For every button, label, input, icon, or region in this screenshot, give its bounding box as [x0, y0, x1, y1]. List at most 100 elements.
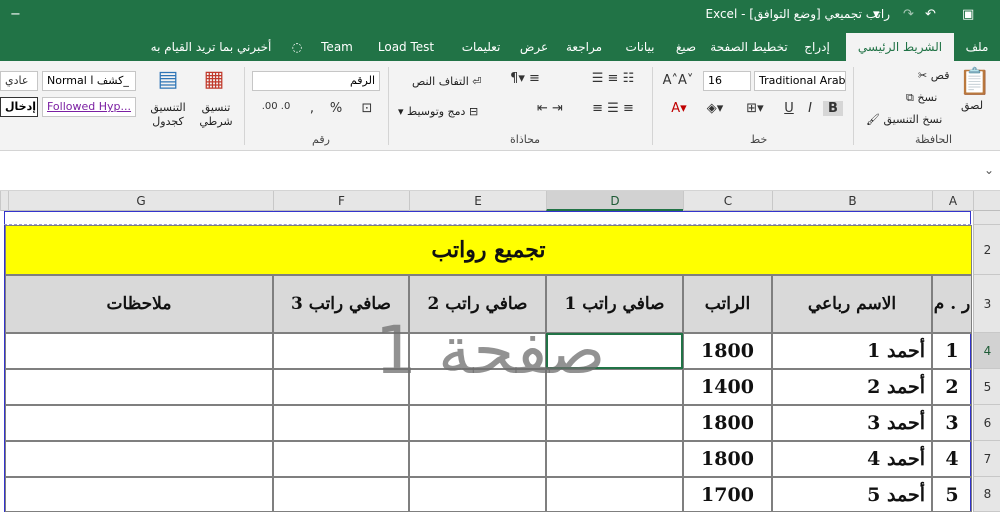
- conditional-formatting-button[interactable]: تنسيق شرطي: [192, 101, 240, 129]
- cell-notes[interactable]: [5, 369, 273, 405]
- column-header-a[interactable]: A: [932, 191, 973, 211]
- select-all-corner[interactable]: [973, 191, 1000, 211]
- cell-net3[interactable]: [273, 405, 409, 441]
- row-header-4[interactable]: 4: [974, 333, 1000, 369]
- cell-net3[interactable]: [273, 477, 409, 512]
- tell-me-box[interactable]: أخبرني بما تريد القيام به: [136, 33, 286, 61]
- header-name[interactable]: الاسم رباعي: [772, 275, 932, 333]
- cell-no[interactable]: 4: [932, 441, 972, 477]
- row-header-3[interactable]: 3: [974, 275, 1000, 333]
- font-grow-shrink-icon[interactable]: A˄A˅: [660, 73, 696, 88]
- column-header-g[interactable]: G: [8, 191, 273, 211]
- format-painter-button[interactable]: 🖌 نسخ التنسيق: [866, 113, 942, 126]
- header-no[interactable]: ر . م: [932, 275, 972, 333]
- tab-home[interactable]: الشريط الرئيسي: [846, 33, 954, 61]
- style-normal[interactable]: Normal كشف ا_: [42, 71, 136, 91]
- tab-review[interactable]: مراجعة: [558, 33, 610, 61]
- tab-insert[interactable]: إدراج: [797, 33, 837, 61]
- tab-view[interactable]: عرض: [518, 33, 550, 61]
- indent-icons[interactable]: ⇤ ⇥: [530, 101, 570, 116]
- tab-file[interactable]: ملف: [960, 33, 994, 61]
- cell-name[interactable]: أحمد 5: [772, 477, 932, 512]
- tab-help[interactable]: تعليمات: [452, 33, 510, 61]
- undo-icon[interactable]: ↶: [925, 7, 936, 22]
- column-header-f[interactable]: F: [273, 191, 409, 211]
- column-header-d[interactable]: D: [546, 191, 683, 211]
- tab-team[interactable]: Team: [314, 33, 360, 61]
- font-name-select[interactable]: Traditional Arabic: [754, 71, 846, 91]
- column-header-h[interactable]: [0, 191, 8, 211]
- number-format-select[interactable]: الرقم: [252, 71, 380, 91]
- cell-no[interactable]: 3: [932, 405, 972, 441]
- currency-icon[interactable]: ⊡: [356, 101, 378, 116]
- column-header-c[interactable]: C: [683, 191, 772, 211]
- cell-net1[interactable]: [546, 405, 683, 441]
- paste-icon[interactable]: 📋: [958, 67, 992, 97]
- cell-salary[interactable]: 1400: [683, 369, 772, 405]
- column-header-e[interactable]: E: [409, 191, 546, 211]
- header-notes[interactable]: ملاحظات: [5, 275, 273, 333]
- row-header-2[interactable]: 2: [974, 225, 1000, 275]
- font-color-icon[interactable]: A▾: [664, 101, 694, 116]
- cut-button[interactable]: ✂ قص: [918, 69, 949, 82]
- column-header-b[interactable]: B: [772, 191, 932, 211]
- cell-no[interactable]: 5: [932, 477, 972, 512]
- format-as-table-icon[interactable]: ▤: [152, 67, 184, 92]
- save-icon[interactable]: ▣: [962, 7, 974, 22]
- row-header-5[interactable]: 5: [974, 369, 1000, 405]
- percent-button[interactable]: %: [326, 101, 346, 116]
- cell-name[interactable]: أحمد 4: [772, 441, 932, 477]
- sheet-title[interactable]: تجميع رواتب: [5, 225, 972, 275]
- cell-salary[interactable]: 1800: [683, 333, 772, 369]
- copy-button[interactable]: ⧉ نسخ: [906, 91, 937, 105]
- style-normal-ar[interactable]: عادي: [0, 71, 38, 91]
- cell-name[interactable]: أحمد 1: [772, 333, 932, 369]
- cell-name[interactable]: أحمد 3: [772, 405, 932, 441]
- vertical-align-icons[interactable]: ☰ ≡ ☷: [580, 71, 646, 86]
- formula-expand-icon[interactable]: ⌄: [984, 163, 994, 177]
- tab-load-test[interactable]: Load Test: [368, 33, 444, 61]
- conditional-formatting-icon[interactable]: ▦: [198, 67, 230, 92]
- cell-notes[interactable]: [5, 477, 273, 512]
- cell-name[interactable]: أحمد 2: [772, 369, 932, 405]
- formula-bar[interactable]: ⌄: [0, 151, 1000, 191]
- format-as-table-button[interactable]: التنسيق كجدول: [144, 101, 192, 129]
- cell-salary[interactable]: 1800: [683, 405, 772, 441]
- borders-icon[interactable]: ⊞▾: [740, 101, 770, 116]
- style-input[interactable]: إدخال: [0, 97, 38, 117]
- style-followed-hyperlink[interactable]: Followed Hyp...: [42, 97, 136, 117]
- tab-data[interactable]: بيانات: [618, 33, 662, 61]
- cell-notes[interactable]: [5, 441, 273, 477]
- row-header-7[interactable]: 7: [974, 441, 1000, 477]
- comma-button[interactable]: ,: [304, 101, 320, 116]
- cell-notes[interactable]: [5, 333, 273, 369]
- paste-button[interactable]: لصق: [961, 99, 983, 112]
- underline-button[interactable]: U: [780, 101, 798, 116]
- text-direction-icon[interactable]: ¶▾ ≡: [505, 71, 545, 86]
- horizontal-align-icons[interactable]: ≡ ☰ ≡: [580, 101, 646, 116]
- tab-page-layout[interactable]: تخطيط الصفحة: [710, 33, 788, 61]
- decimal-icons[interactable]: .00 .0: [254, 101, 298, 112]
- cell-net1[interactable]: [546, 477, 683, 512]
- italic-button[interactable]: I: [801, 101, 819, 116]
- cell-net2[interactable]: [409, 405, 546, 441]
- row-header-6[interactable]: 6: [974, 405, 1000, 441]
- cell-net2[interactable]: [409, 441, 546, 477]
- minimize-icon[interactable]: −: [10, 7, 21, 22]
- cell-no[interactable]: 2: [932, 369, 972, 405]
- cell-net1[interactable]: [546, 441, 683, 477]
- row-header-1[interactable]: [974, 211, 1000, 225]
- merge-center-button[interactable]: ▾ دمج وتوسيط ⊟: [398, 105, 478, 118]
- redo-icon[interactable]: ↷: [903, 7, 914, 22]
- cell-salary[interactable]: 1700: [683, 477, 772, 512]
- font-size-select[interactable]: 16: [703, 71, 751, 91]
- row-header-8[interactable]: 8: [974, 477, 1000, 512]
- fill-color-icon[interactable]: ◈▾: [700, 101, 730, 116]
- wrap-text-button[interactable]: التفاف النص ⏎: [412, 75, 481, 88]
- header-salary[interactable]: الراتب: [683, 275, 772, 333]
- tab-formulas[interactable]: صيغ: [670, 33, 702, 61]
- cell-notes[interactable]: [5, 405, 273, 441]
- cell-net3[interactable]: [273, 441, 409, 477]
- bold-button[interactable]: B: [823, 101, 843, 116]
- cell-salary[interactable]: 1800: [683, 441, 772, 477]
